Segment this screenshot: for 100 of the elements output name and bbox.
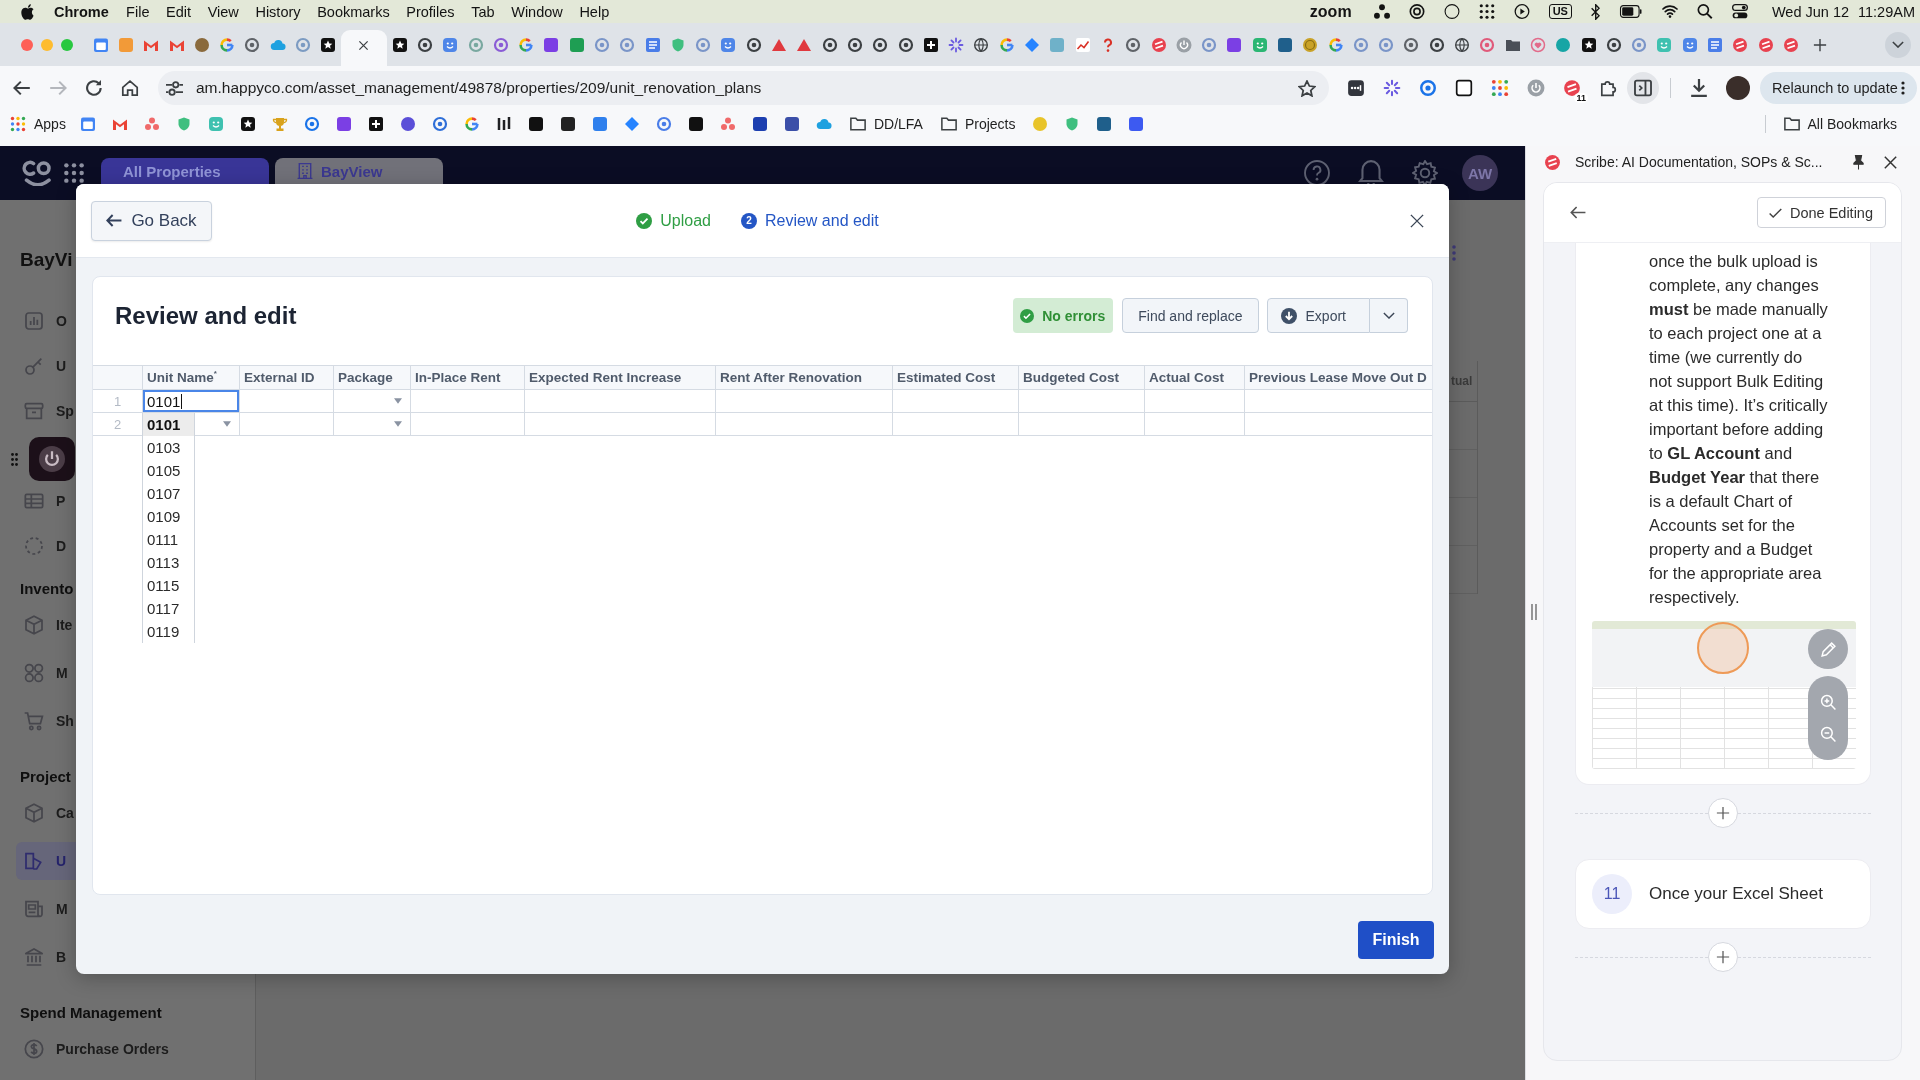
menu-bar-date[interactable]: Wed Jun 12 [1771,3,1850,20]
star-icon[interactable] [1298,79,1316,97]
striped-circle-icon[interactable] [1563,79,1581,97]
back-arrow-icon[interactable] [1570,206,1586,219]
apps-shortcut[interactable]: Apps [10,116,66,132]
tab-search-button[interactable] [1885,31,1911,58]
table-cell[interactable] [334,390,411,413]
input-source-indicator[interactable]: US [1548,4,1572,19]
square-icon[interactable] [687,116,704,132]
reload-icon[interactable] [85,80,103,96]
power-button[interactable] [29,437,75,481]
dots-icon[interactable] [719,116,736,132]
dots-icon[interactable] [143,116,160,132]
search-icon[interactable] [1696,4,1713,19]
app-menu[interactable]: Chrome [46,3,118,20]
add-step-button[interactable] [1708,942,1738,972]
dropdown-option[interactable]: 0109 [143,505,194,528]
grid-icon[interactable] [64,163,84,183]
forward-arrow-icon[interactable] [49,80,67,96]
close-icon[interactable] [358,39,370,51]
caret-icon[interactable] [223,421,231,427]
square-icon[interactable] [559,116,576,132]
caret-icon[interactable] [394,421,402,427]
dropdown-option[interactable]: 0115 [143,574,194,597]
calendar-icon[interactable] [79,116,96,132]
dropdown-option[interactable]: 0119 [143,620,194,643]
bookmark-folder[interactable]: All Bookmarks [1775,116,1905,132]
pin-icon[interactable] [1853,154,1864,170]
menu-item[interactable]: History [247,3,309,20]
square-icon[interactable] [1095,116,1112,132]
bookmark-folder[interactable]: DD/LFA [841,116,931,132]
cell-editor-field[interactable]: 0101 [143,390,240,413]
arc-icon[interactable] [463,116,480,132]
side-panel-button[interactable] [1627,72,1659,104]
square-icon[interactable] [1455,79,1473,97]
menu-item[interactable]: Tab [462,3,503,20]
dropdown-option[interactable]: 0103 [143,436,194,459]
profile-avatar[interactable] [1726,76,1750,100]
wifi-icon[interactable] [1661,4,1678,19]
menu-item[interactable]: Bookmarks [308,3,398,20]
dropdown-option[interactable]: 0101 [143,413,194,436]
relaunch-button[interactable]: Relaunch to update [1760,72,1917,104]
dropdown-option[interactable]: 0111 [143,528,194,551]
bars-icon[interactable] [495,116,512,132]
menu-item[interactable]: File [117,3,158,20]
close-icon[interactable] [1410,213,1424,228]
diamond-icon[interactable] [623,116,640,132]
table-cell[interactable] [334,413,411,436]
sliders-icon[interactable] [166,80,183,96]
dropdown-option[interactable]: 0117 [143,597,194,620]
status-menu-item[interactable]: zoom [1309,2,1352,21]
menu-bar-clock[interactable]: 11:29AM [1858,3,1915,20]
back-arrow-icon[interactable] [13,80,31,96]
dropdown-option[interactable]: 0107 [143,482,194,505]
done-editing-button[interactable]: Done Editing [1756,197,1886,228]
go-back-button[interactable]: Go Back [91,200,212,241]
address-bar[interactable]: am.happyco.com/asset_management/49878/properties/209/unit_renovation_plans [158,71,1329,105]
trophy-icon[interactable] [271,116,288,132]
dots-icon[interactable] [1373,4,1390,19]
menu-item[interactable]: Help [571,3,618,20]
smiley-icon[interactable] [207,116,224,132]
logo-icon[interactable] [21,160,51,186]
close-window-button[interactable] [21,39,33,51]
menu-item[interactable]: Profiles [397,3,463,20]
dropdown-option[interactable]: 0105 [143,459,194,482]
cloud-icon[interactable] [815,116,832,132]
ring-icon[interactable] [1408,4,1425,19]
grip-icon[interactable] [11,453,18,466]
circle-icon[interactable] [1443,4,1460,19]
close-icon[interactable] [1884,155,1897,169]
zoom-out-icon[interactable] [1819,725,1837,743]
dropdown-option[interactable]: 0113 [143,551,194,574]
menu-item[interactable]: View [199,3,248,20]
power-icon[interactable] [1527,79,1545,97]
help-icon[interactable] [1304,160,1330,186]
plus-icon[interactable] [367,116,384,132]
square-icon[interactable] [751,116,768,132]
download-icon[interactable] [1690,79,1708,97]
more-icon[interactable] [1452,245,1456,261]
square-icon[interactable] [783,116,800,132]
finish-button[interactable]: Finish [1358,921,1434,959]
play-icon[interactable] [1513,4,1530,19]
battery-icon[interactable] [1618,5,1643,18]
apple-icon[interactable] [21,3,34,20]
add-step-button[interactable] [1708,798,1738,828]
puzzle-icon[interactable] [1599,79,1617,97]
toggle-icon[interactable] [1731,4,1748,19]
export-menu-button[interactable] [1370,298,1408,333]
caret-icon[interactable] [394,398,402,404]
grid-icon[interactable] [1478,4,1495,19]
bookmark-folder[interactable]: Projects [932,116,1024,132]
menu-item[interactable]: Edit [157,3,200,20]
bluetooth-icon[interactable] [1590,3,1600,20]
sun-icon[interactable] [1383,79,1401,97]
export-button[interactable]: Export [1266,298,1370,333]
menu-item[interactable]: Window [502,3,572,20]
home-icon[interactable] [121,80,139,96]
bell-icon[interactable] [1358,160,1384,186]
square-icon[interactable] [527,116,544,132]
resize-handle[interactable] [1531,604,1537,620]
